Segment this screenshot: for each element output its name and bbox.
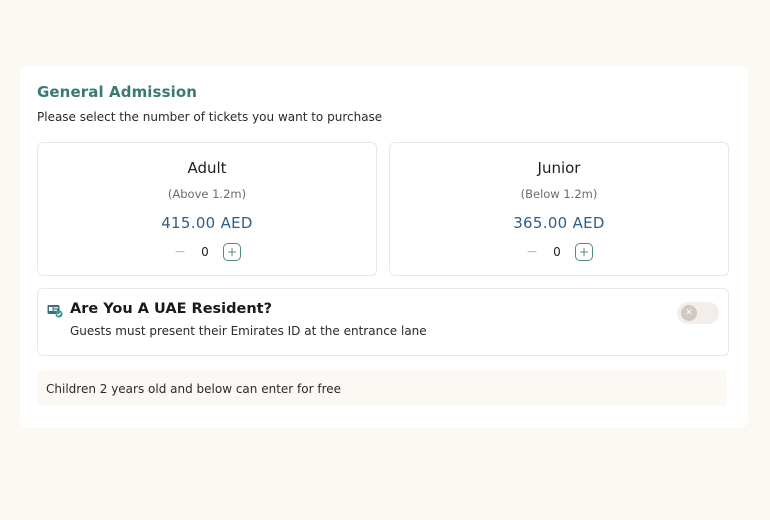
ticket-card-adult: Adult (Above 1.2m) 415.00 AED − 0 +	[37, 142, 377, 276]
ticket-name: Adult	[187, 159, 227, 177]
quantity-stepper: − 0 +	[525, 243, 593, 261]
quantity-stepper: − 0 +	[173, 243, 241, 261]
free-entry-text: Children 2 years old and below can enter…	[46, 382, 342, 396]
id-card-check-icon	[47, 303, 63, 318]
ticket-price: 415.00 AED	[161, 214, 253, 232]
ticket-price: 365.00 AED	[513, 214, 605, 232]
quantity-value: 0	[201, 245, 209, 259]
increment-button[interactable]: +	[575, 243, 593, 261]
close-icon: ✕	[681, 305, 697, 321]
ticket-card-junior: Junior (Below 1.2m) 365.00 AED − 0 +	[389, 142, 729, 276]
section-subtitle: Please select the number of tickets you …	[37, 110, 383, 124]
free-entry-note: Children 2 years old and below can enter…	[37, 370, 727, 406]
decrement-button[interactable]: −	[525, 243, 539, 261]
section-title: General Admission	[37, 83, 198, 101]
resident-question: Are You A UAE Resident?	[70, 301, 273, 317]
general-admission-panel: General Admission Please select the numb…	[20, 66, 748, 428]
uae-resident-card: Are You A UAE Resident? Guests must pres…	[37, 288, 729, 356]
resident-note: Guests must present their Emirates ID at…	[70, 324, 427, 338]
ticket-height-requirement: (Above 1.2m)	[167, 187, 247, 201]
ticket-height-requirement: (Below 1.2m)	[520, 187, 598, 201]
decrement-button[interactable]: −	[173, 243, 187, 261]
resident-toggle[interactable]: ✕	[677, 302, 719, 324]
increment-button[interactable]: +	[223, 243, 241, 261]
ticket-name: Junior	[537, 159, 581, 177]
quantity-value: 0	[553, 245, 561, 259]
